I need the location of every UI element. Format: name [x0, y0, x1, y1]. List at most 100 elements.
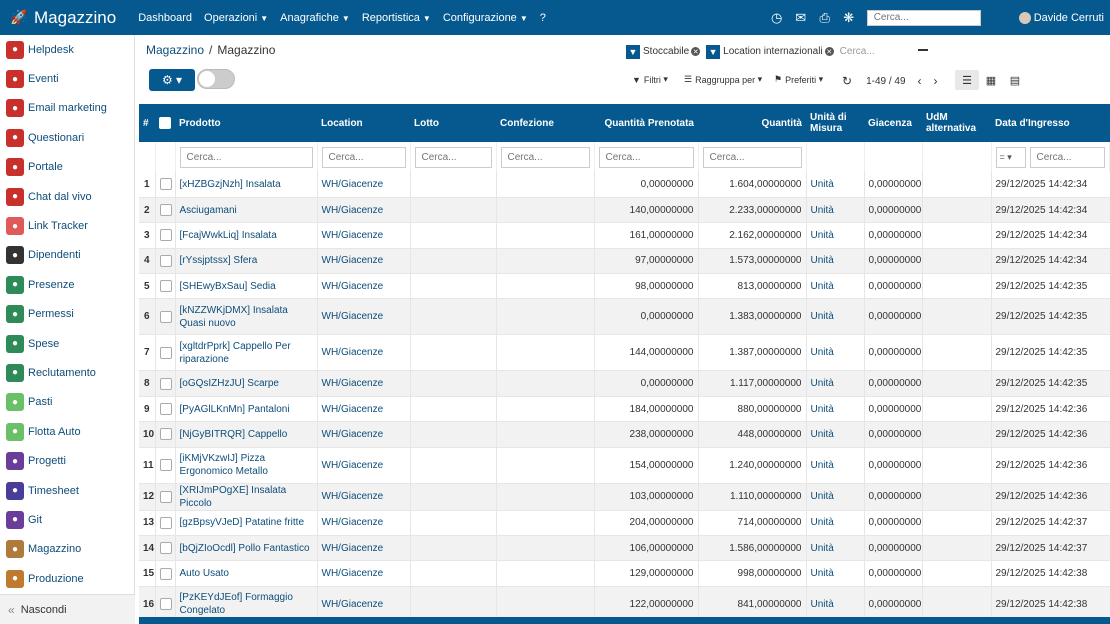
column-header-package[interactable]: Confezione	[496, 104, 594, 142]
row-checkbox[interactable]	[155, 560, 176, 587]
filter-quantity-input[interactable]	[702, 146, 802, 168]
app-brand[interactable]: Magazzino	[34, 8, 116, 28]
settings-button[interactable]: ⚙ ▾	[149, 69, 195, 91]
search-box[interactable]: ▼ Stoccabile ✕ ▼ Location internazionali ✕ C…	[626, 42, 934, 61]
cell-location[interactable]: WH/Giacenze	[317, 535, 411, 562]
menu-reportistica[interactable]: Reportistica ▼	[362, 12, 431, 24]
remove-facet-icon[interactable]: ✕	[824, 47, 834, 56]
filter-facet[interactable]: ▼ Stoccabile ✕	[626, 44, 701, 59]
table-row[interactable]: 5 [SHEwyBxSau] Sedia WH/Giacenze 98,0000000…	[139, 273, 1110, 300]
filter-date-input[interactable]	[1029, 146, 1105, 168]
row-checkbox[interactable]	[155, 248, 176, 275]
chat-icon[interactable]: ✉	[789, 10, 813, 26]
chart-view-icon[interactable]: ▤	[1003, 70, 1027, 90]
cell-location[interactable]: WH/Giacenze	[317, 483, 411, 511]
table-row[interactable]: 15 Auto Usato WH/Giacenze 129,00000000 998,0…	[139, 560, 1110, 587]
cell-location[interactable]: WH/Giacenze	[317, 510, 411, 537]
user-menu[interactable]: Davide Cerruti	[1018, 11, 1104, 24]
cell-location[interactable]: WH/Giacenze	[317, 172, 411, 198]
cell-location[interactable]: WH/Giacenze	[317, 197, 411, 224]
chevron-right-icon[interactable]: ›	[934, 74, 938, 88]
sidebar-item-magazzino[interactable]: ● Magazzino	[0, 535, 134, 564]
cell-location[interactable]: WH/Giacenze	[317, 421, 411, 448]
filter-product-input[interactable]	[179, 146, 313, 168]
row-checkbox[interactable]	[155, 396, 176, 423]
search-input[interactable]: Cerca...	[840, 46, 875, 57]
select-all-checkbox[interactable]	[155, 104, 175, 142]
column-header-location[interactable]: Location	[317, 104, 410, 142]
column-header-uom[interactable]: Unità di Misura	[806, 104, 864, 142]
cell-uom[interactable]: Unità	[806, 560, 865, 587]
sidebar-item-produzione[interactable]: ● Produzione	[0, 564, 134, 593]
group-by-button[interactable]: ☰ Raggruppa per ▾	[684, 74, 762, 85]
refresh-icon[interactable]: ↻	[842, 74, 852, 88]
sidebar-item-timesheet[interactable]: ● Timesheet	[0, 476, 134, 505]
chevron-left-icon[interactable]: ‹	[918, 74, 922, 88]
cell-uom[interactable]: Unità	[806, 447, 865, 484]
sidebar-item-pasti[interactable]: ● Pasti	[0, 388, 134, 417]
cell-uom[interactable]: Unità	[806, 172, 865, 198]
rocket-icon[interactable]: 🚀	[10, 9, 30, 26]
pager-value[interactable]: 1-49 / 49	[866, 76, 905, 87]
sidebar-item-chat-dal-vivo[interactable]: ● Chat dal vivo	[0, 182, 134, 211]
row-checkbox[interactable]	[155, 298, 176, 336]
row-checkbox[interactable]	[155, 535, 176, 562]
menu-operazioni[interactable]: Operazioni ▼	[204, 12, 268, 24]
sidebar-item-helpdesk[interactable]: ● Helpdesk	[0, 35, 134, 64]
cell-location[interactable]: WH/Giacenze	[317, 248, 411, 275]
cell-uom[interactable]: Unità	[806, 273, 865, 300]
table-row[interactable]: 8 [oGQsIZHzJU] Scarpe WH/Giacenze 0,0000000…	[139, 370, 1110, 397]
favorites-button[interactable]: ⚑ Preferiti ▾	[774, 74, 823, 85]
table-row[interactable]: 12 [XRIJmPOgXE] Insalata Piccolo WH/Giacen…	[139, 483, 1110, 511]
global-search-input[interactable]	[866, 9, 981, 26]
clock-icon[interactable]: ◷	[765, 10, 789, 26]
row-checkbox[interactable]	[155, 197, 176, 224]
sidebar-item-flotta-auto[interactable]: ● Flotta Auto	[0, 417, 134, 446]
hide-sidebar-button[interactable]: « Nascondi	[0, 594, 135, 624]
row-checkbox[interactable]	[155, 334, 176, 372]
cell-product[interactable]: Auto Usato	[175, 560, 318, 587]
cell-product[interactable]: [NjGyBITRQR] Cappello	[175, 421, 318, 448]
breadcrumb-parent[interactable]: Magazzino	[146, 43, 204, 57]
cell-location[interactable]: WH/Giacenze	[317, 334, 411, 372]
table-row[interactable]: 3 [FcajWwkLiq] Insalata WH/Giacenze 161,000…	[139, 222, 1110, 249]
grid-view-icon[interactable]: ▦	[979, 70, 1003, 90]
menu-dashboard[interactable]: Dashboard	[138, 12, 192, 24]
cell-product[interactable]: [kNZZWKjDMX] Insalata Quasi nuovo	[175, 298, 318, 336]
cell-product[interactable]: Asciugamani	[175, 197, 318, 224]
cell-location[interactable]: WH/Giacenze	[317, 298, 411, 336]
filter-reserved-input[interactable]	[598, 146, 694, 168]
cell-product[interactable]: [XRIJmPOgXE] Insalata Piccolo	[175, 483, 318, 511]
print-icon[interactable]: ⎙	[813, 10, 837, 26]
sidebar-item-git[interactable]: ● Git	[0, 505, 134, 534]
menu-help[interactable]: ?	[540, 12, 546, 24]
cell-product[interactable]: [bQjZIoOcdl] Pollo Fantastico	[175, 535, 318, 562]
table-row[interactable]: 1 [xHZBGzjNzh] Insalata WH/Giacenze 0,00000…	[139, 172, 1110, 198]
table-row[interactable]: 7 [xgltdrPprk] Cappello Per riparazione WH…	[139, 334, 1110, 372]
cell-product[interactable]: [oGQsIZHzJU] Scarpe	[175, 370, 318, 397]
list-view-icon[interactable]: ☰	[955, 70, 979, 90]
row-checkbox[interactable]	[155, 370, 176, 397]
row-checkbox[interactable]	[155, 273, 176, 300]
sidebar-item-progetti[interactable]: ● Progetti	[0, 446, 134, 475]
column-header-reserved[interactable]: Quantità Prenotata	[594, 104, 698, 142]
sidebar-item-link-tracker[interactable]: ● Link Tracker	[0, 211, 134, 240]
column-header-quantity[interactable]: Quantità	[698, 104, 806, 142]
sidebar-item-eventi[interactable]: ● Eventi	[0, 64, 134, 93]
cell-uom[interactable]: Unità	[806, 298, 865, 336]
table-row[interactable]: 6 [kNZZWKjDMX] Insalata Quasi nuovo WH/Gia…	[139, 298, 1110, 336]
filter-lot-input[interactable]	[414, 146, 492, 168]
sidebar-item-questionari[interactable]: ● Questionari	[0, 123, 134, 152]
sidebar-item-email-marketing[interactable]: ● Email marketing	[0, 94, 134, 123]
menu-configurazione[interactable]: Configurazione ▼	[443, 12, 528, 24]
cell-product[interactable]: [FcajWwkLiq] Insalata	[175, 222, 318, 249]
cell-location[interactable]: WH/Giacenze	[317, 396, 411, 423]
cell-uom[interactable]: Unità	[806, 197, 865, 224]
cell-uom[interactable]: Unità	[806, 510, 865, 537]
row-checkbox[interactable]	[155, 172, 176, 198]
cell-uom[interactable]: Unità	[806, 370, 865, 397]
table-row[interactable]: 10 [NjGyBITRQR] Cappello WH/Giacenze 238,00…	[139, 421, 1110, 448]
cell-location[interactable]: WH/Giacenze	[317, 370, 411, 397]
cell-location[interactable]: WH/Giacenze	[317, 447, 411, 484]
sidebar-item-spese[interactable]: ● Spese	[0, 329, 134, 358]
